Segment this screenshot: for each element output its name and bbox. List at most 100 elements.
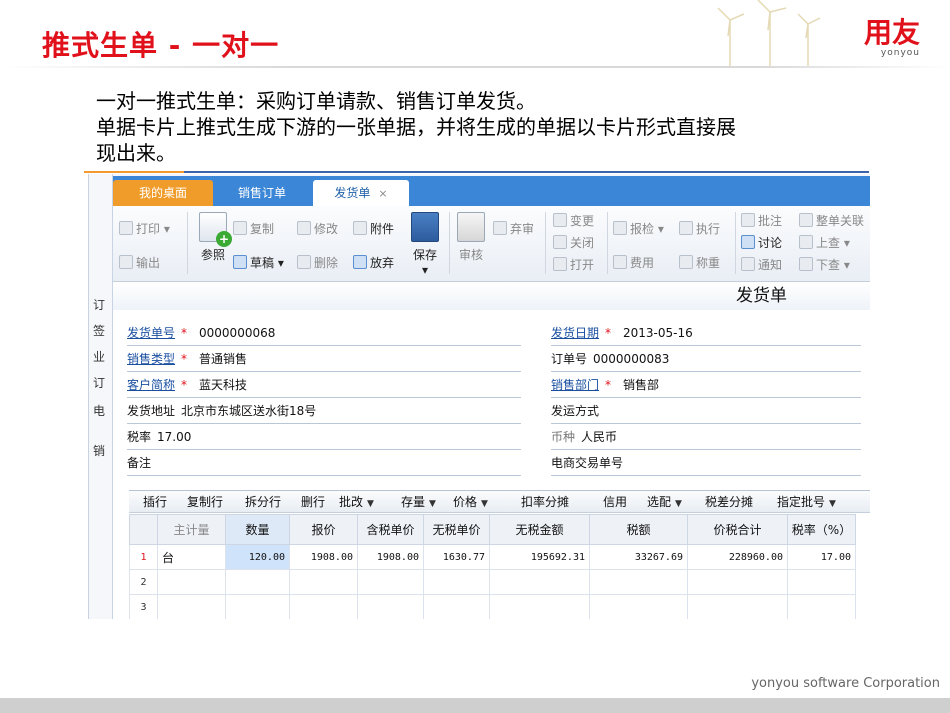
ecom-order-field[interactable]: 电商交易单号 <box>551 452 861 476</box>
footer-band <box>0 698 950 713</box>
copy-row-button[interactable]: 复制行 <box>187 491 223 513</box>
discount-allocate-button[interactable]: 扣率分摊 <box>521 491 569 513</box>
reference-button[interactable]: + 参照 <box>193 212 233 263</box>
next-query-button[interactable]: 下查 ▾ <box>799 256 850 273</box>
tab-sales-order[interactable]: 销售订单 <box>217 180 307 206</box>
remark-field[interactable]: 备注 <box>127 452 521 476</box>
expense-button[interactable]: 费用 <box>613 254 654 271</box>
abandon-review-button[interactable]: 弃审 <box>493 220 534 237</box>
cell-net-price[interactable]: 1630.77 <box>423 544 490 570</box>
tab-my-desktop[interactable]: 我的桌面 <box>113 180 213 206</box>
table-row[interactable]: 3 <box>129 594 856 619</box>
col-header[interactable]: 含税单价 <box>357 514 424 545</box>
stock-button[interactable]: 存量 ▼ <box>401 491 436 515</box>
copy-button[interactable]: 复制 <box>233 220 274 237</box>
col-header[interactable]: 税额 <box>589 514 688 545</box>
col-header[interactable]: 主计量 <box>157 514 226 545</box>
tab-bar: 我的桌面 销售订单 发货单 × <box>113 176 870 206</box>
form-title: 发货单 <box>113 282 870 310</box>
review-button[interactable]: 审核 <box>453 212 489 263</box>
print-button[interactable]: 打印 ▾ <box>119 220 170 237</box>
slide-title: 推式生单 - 一对一 <box>42 29 280 62</box>
cell-net-amount[interactable]: 195692.31 <box>489 544 590 570</box>
close-button[interactable]: 关闭 <box>553 234 594 251</box>
customer-field[interactable]: 客户简称 * 蓝天科技 <box>127 374 521 398</box>
report-check-button[interactable]: 报检 ▾ <box>613 220 664 237</box>
change-icon <box>553 213 567 227</box>
floppy-disk-icon <box>411 212 439 242</box>
open-button[interactable]: 打开 <box>553 256 594 273</box>
order-no-field[interactable]: 订单号 0000000083 <box>551 348 861 372</box>
execute-button[interactable]: 执行 <box>679 220 720 237</box>
ship-method-field[interactable]: 发运方式 <box>551 400 861 424</box>
save-button[interactable]: 保存 ▾ <box>407 212 443 277</box>
delete-icon <box>297 255 311 269</box>
address-field[interactable]: 发货地址 北京市东城区送水街18号 <box>127 400 521 424</box>
left-strip-item[interactable]: 电 <box>93 402 105 419</box>
cell-tax[interactable]: 33267.69 <box>589 544 688 570</box>
yonyou-logo: 用友 yonyou <box>863 16 920 59</box>
description-line-1: 一对一推式生单：采购订单请款、销售订单发货。 <box>96 89 536 113</box>
draft-icon <box>233 255 247 269</box>
tax-diff-allocate-button[interactable]: 税差分摊 <box>705 491 753 513</box>
batch-no-button[interactable]: 指定批号 ▼ <box>777 491 836 515</box>
table-row[interactable]: 2 <box>129 569 856 595</box>
batch-edit-button[interactable]: 批改 ▼ <box>339 491 374 515</box>
delete-button[interactable]: 删除 <box>297 254 338 271</box>
delivery-no-field[interactable]: 发货单号 * 0000000068 <box>127 322 521 346</box>
match-button[interactable]: 选配 ▼ <box>647 491 682 515</box>
cell-unit[interactable]: 台 <box>157 544 226 570</box>
weigh-button[interactable]: 称重 <box>679 254 720 271</box>
paperclip-icon <box>353 221 367 235</box>
row-number: 1 <box>129 544 158 570</box>
discard-button[interactable]: 放弃 <box>353 254 394 271</box>
delete-row-button[interactable]: 删行 <box>301 491 325 513</box>
insert-row-button[interactable]: 插行 <box>143 491 167 513</box>
cell-quantity[interactable]: 120.00 <box>225 544 290 570</box>
left-strip-item[interactable]: 业 <box>93 348 105 365</box>
export-button[interactable]: 输出 <box>119 254 160 271</box>
tax-rate-field[interactable]: 税率 17.00 <box>127 426 521 450</box>
cell-quote[interactable]: 1908.00 <box>289 544 358 570</box>
change-button[interactable]: 变更 <box>553 212 594 229</box>
whole-link-button[interactable]: 整单关联 <box>799 212 864 229</box>
col-header[interactable]: 无税单价 <box>423 514 490 545</box>
tab-delivery-note[interactable]: 发货单 × <box>313 180 409 206</box>
credit-button[interactable]: 信用 <box>603 491 627 513</box>
close-doc-icon <box>553 235 567 249</box>
discard-icon <box>353 255 367 269</box>
notify-button[interactable]: 通知 <box>741 256 782 273</box>
prev-query-button[interactable]: 上查 ▾ <box>799 234 850 251</box>
attach-button[interactable]: 附件 <box>353 220 394 237</box>
sales-dept-field[interactable]: 销售部门 * 销售部 <box>551 374 861 398</box>
delivery-date-field[interactable]: 发货日期 * 2013-05-16 <box>551 322 861 346</box>
col-header[interactable]: 税率（%） <box>787 514 856 545</box>
currency-field[interactable]: 币种 人民币 <box>551 426 861 450</box>
annotate-button[interactable]: 批注 <box>741 212 782 229</box>
cell-tax-price[interactable]: 1908.00 <box>357 544 424 570</box>
modify-button[interactable]: 修改 <box>297 220 338 237</box>
left-strip-item[interactable]: 签 <box>93 322 105 339</box>
printer-icon <box>119 221 133 235</box>
col-header[interactable]: 报价 <box>289 514 358 545</box>
pencil-icon <box>297 221 311 235</box>
cell-total[interactable]: 228960.00 <box>687 544 788 570</box>
sales-type-field[interactable]: 销售类型 * 普通销售 <box>127 348 521 372</box>
discuss-button[interactable]: 讨论 <box>741 234 782 251</box>
draft-button[interactable]: 草稿 ▾ <box>233 254 284 271</box>
table-row[interactable]: 1 台 120.00 1908.00 1908.00 1630.77 19569… <box>129 544 856 570</box>
left-strip-item[interactable]: 销 <box>93 442 105 459</box>
grid-toolbar: 插行 复制行 拆分行 删行 批改 ▼ 存量 ▼ 价格 ▼ 扣率分摊 信用 选配 ▼ 税差… <box>129 491 870 513</box>
col-header[interactable]: 数量 <box>225 514 290 545</box>
left-strip-item[interactable]: 订 <box>93 296 105 313</box>
split-row-button[interactable]: 拆分行 <box>245 491 281 513</box>
execute-icon <box>679 221 693 235</box>
col-header[interactable]: 价税合计 <box>687 514 788 545</box>
close-icon[interactable]: × <box>378 187 387 200</box>
price-button[interactable]: 价格 ▼ <box>453 491 488 515</box>
line-items-grid: 插行 复制行 拆分行 删行 批改 ▼ 存量 ▼ 价格 ▼ 扣率分摊 信用 选配 ▼ 税差… <box>129 490 870 619</box>
col-header[interactable]: 无税金额 <box>489 514 590 545</box>
left-strip-item[interactable]: 订 <box>93 374 105 391</box>
description: 一对一推式生单：采购订单请款、销售订单发货。 单据卡片上推式生成下游的一张单据，… <box>96 88 866 166</box>
cell-tax-rate[interactable]: 17.00 <box>787 544 856 570</box>
